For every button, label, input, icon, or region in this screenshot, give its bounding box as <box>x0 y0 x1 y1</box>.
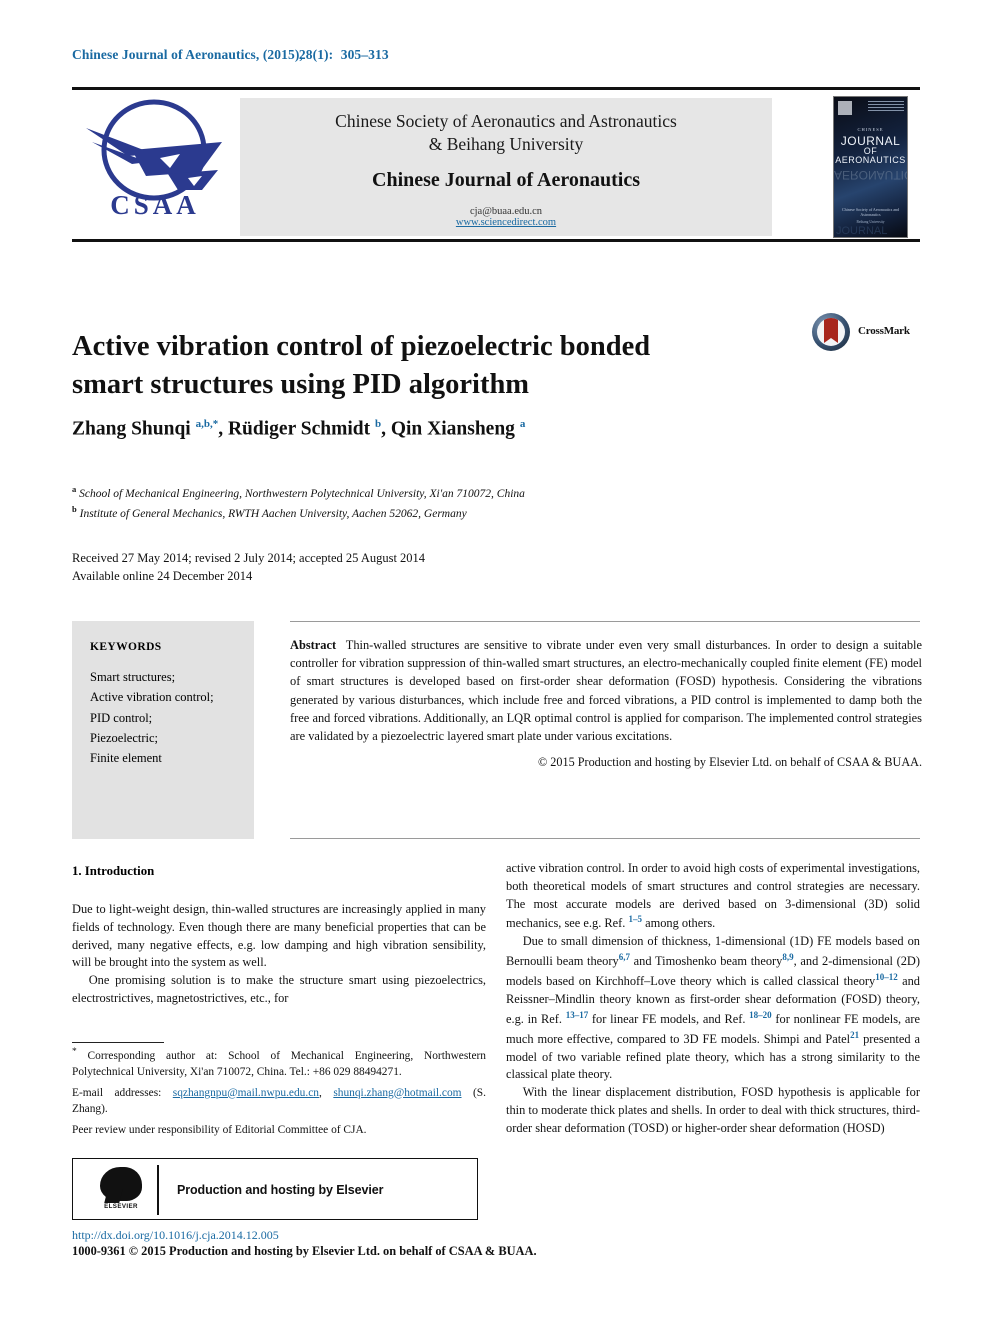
crossmark-label: CrossMark <box>858 325 910 337</box>
cover-title-reflection: AERONAUTICS <box>834 168 907 182</box>
keyword-item: PID control; <box>90 710 153 725</box>
intro-paragraph-2: One promising solution is to make the st… <box>72 973 486 1005</box>
abstract-copyright: © 2015 Production and hosting by Elsevie… <box>538 755 922 770</box>
email-link-1[interactable]: sqzhangnpu@mail.nwpu.edu.cn <box>173 1087 319 1099</box>
email-label: E-mail addresses: <box>72 1086 162 1099</box>
elsevier-production-box: ELSEVIER Production and hosting by Elsev… <box>72 1158 478 1220</box>
affiliations: a School of Mechanical Engineering, Nort… <box>72 483 832 524</box>
elsevier-production-text: Production and hosting by Elsevier <box>177 1183 384 1197</box>
issn-copyright-line: 1000-9361 © 2015 Production and hosting … <box>72 1244 537 1258</box>
email-addresses-note: E-mail addresses: sqzhangnpu@mail.nwpu.e… <box>72 1086 486 1116</box>
masthead-center: Chinese Society of Aeronautics and Astro… <box>240 98 772 236</box>
cover-footer-1: Chinese Society of Aeronautics and Astro… <box>841 207 900 217</box>
keywords-list: Smart structures; Active vibration contr… <box>90 667 254 768</box>
running-head-journal: Chinese Journal of Aeronautics, (2015), <box>72 47 303 62</box>
crossmark-badge[interactable]: CrossMark <box>812 313 920 353</box>
affiliation-text-a: School of Mechanical Engineering, Northw… <box>79 487 525 500</box>
keywords-box: KEYWORDS Smart structures; Active vibrat… <box>72 621 254 839</box>
page-title: Active vibration control of piezoelectri… <box>72 331 651 400</box>
received-dates: Received 27 May 2014; revised 2 July 201… <box>72 551 426 565</box>
abstract-block: Abstract Thin-walled structures are sens… <box>290 636 922 772</box>
article-page: Chinese Journal of Aeronautics, (2015),2… <box>0 0 992 1323</box>
intro-right-paragraph-3: With the linear displacement distributio… <box>506 1085 920 1135</box>
cover-title: JOURNAL OF AERONAUTICS <box>834 135 907 165</box>
keywords-heading: KEYWORDS <box>90 641 162 653</box>
intro-right-paragraph-1: active vibration control. In order to av… <box>506 861 920 931</box>
cover-kicker: CHINESE <box>857 127 884 132</box>
cover-title-line3: AERONAUTICS <box>835 155 906 165</box>
journal-title: Chinese Journal of Aeronautics <box>372 169 640 192</box>
journal-cover-thumbnail: CHINESE JOURNAL OF AERONAUTICS AERONAUTI… <box>833 96 908 238</box>
journal-email[interactable]: cja@buaa.edu.cn <box>470 206 542 217</box>
crossmark-icon <box>812 313 850 351</box>
affiliation-a: a School of Mechanical Engineering, Nort… <box>72 483 832 503</box>
section-heading-introduction: 1. Introduction <box>72 864 155 878</box>
affiliation-marker-b: b <box>72 504 77 515</box>
running-head-volume: 28(1): <box>298 47 334 62</box>
sciencedirect-link[interactable]: www.sciencedirect.com <box>456 217 556 228</box>
affiliation-marker-a: a <box>72 484 77 494</box>
peer-review-note: Peer review under responsibility of Edit… <box>72 1124 367 1137</box>
cover-footer-2: Beihang University <box>856 220 885 224</box>
affiliation-b: b Institute of General Mechanics, RWTH A… <box>72 503 832 523</box>
elsevier-logo-icon: ELSEVIER <box>97 1167 145 1213</box>
abstract-rule-top <box>290 621 920 622</box>
elsevier-logo-word: ELSEVIER <box>104 1203 138 1210</box>
csaa-logo-label: CSAA <box>110 190 200 220</box>
intro-right-paragraph-2: Due to small dimension of thickness, 1-d… <box>506 934 921 1082</box>
email-link-2[interactable]: shunqi.zhang@hotmail.com <box>333 1087 461 1099</box>
intro-paragraph-1: Due to light-weight design, thin-walled … <box>72 902 486 970</box>
cover-reflection-text: AERONAUTICS <box>834 168 907 182</box>
society-line-2: & Beihang University <box>428 134 584 155</box>
abstract-text: Thin-walled structures are sensitive to … <box>290 638 922 744</box>
corresponding-author-note: * Corresponding author at: School of Mec… <box>72 1047 486 1079</box>
journal-masthead: CSAA Chinese Society of Aeronautics and … <box>72 87 920 242</box>
footnote-rule <box>72 1042 164 1043</box>
cover-issue-info <box>868 101 904 113</box>
cover-elsevier-icon <box>838 101 852 115</box>
available-online-date: Available online 24 December 2014 <box>72 569 253 584</box>
keyword-item: Finite element <box>90 751 162 765</box>
author-list: Zhang Shunqi a,b,*, Rüdiger Schmidt b, Q… <box>72 418 526 440</box>
column-left: 1. Introduction Due to light-weight desi… <box>72 864 486 1008</box>
footnote-block: * Corresponding author at: School of Mec… <box>72 1046 486 1139</box>
abstract-paragraph: Abstract Thin-walled structures are sens… <box>290 636 922 745</box>
article-dates: Received 27 May 2014; revised 2 July 201… <box>72 549 712 585</box>
society-line-1: Chinese Society of Aeronautics and Astro… <box>335 111 677 131</box>
keyword-item: Active vibration control; <box>90 690 214 705</box>
column-right: active vibration control. In order to av… <box>506 860 920 1138</box>
elsevier-divider <box>157 1165 159 1215</box>
cover-ghost-text: JOURNAL <box>836 225 888 237</box>
running-head-pages: 305–313 <box>340 47 389 62</box>
abstract-label: Abstract <box>290 638 337 652</box>
running-head: Chinese Journal of Aeronautics, (2015),2… <box>72 47 389 63</box>
affiliation-text-b: Institute of General Mechanics, RWTH Aac… <box>79 508 467 521</box>
doi-link[interactable]: http://dx.doi.org/10.1016/j.cja.2014.12.… <box>72 1228 279 1243</box>
abstract-rule-bottom <box>290 838 920 839</box>
keyword-item: Smart structures; <box>90 670 176 684</box>
keyword-item: Piezoelectric; <box>90 730 159 745</box>
